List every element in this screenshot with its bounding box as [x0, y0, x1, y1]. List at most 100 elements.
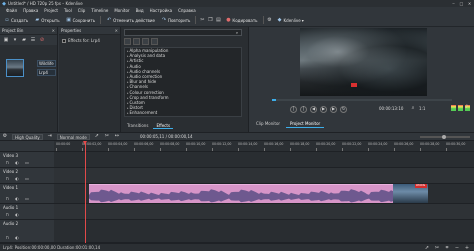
- settings-icon[interactable]: ⚙: [267, 17, 273, 23]
- status-bar: Lrp4: Position:00:00:00,00 Duration:00:0…: [0, 243, 474, 251]
- lock-icon[interactable]: ⊓: [4, 212, 10, 218]
- clip-start-region[interactable]: [54, 184, 89, 203]
- effects-toggle-checkbox[interactable]: [62, 38, 66, 43]
- menu-view[interactable]: Вид: [133, 7, 147, 14]
- menu-edit[interactable]: Правка: [20, 7, 41, 14]
- monitor-timecode[interactable]: 00:00:13:10: [379, 106, 403, 111]
- lock-icon[interactable]: ⊓: [4, 160, 10, 166]
- chevron-down-icon[interactable]: ▾: [12, 37, 18, 43]
- lock-icon[interactable]: ⊓: [4, 235, 10, 241]
- track-video2[interactable]: [54, 168, 474, 184]
- minimize-button[interactable]: ‒: [451, 1, 456, 6]
- track-video3[interactable]: [54, 152, 474, 168]
- close-button[interactable]: ✕: [467, 1, 472, 6]
- effects-search-input[interactable]: ⌕: [124, 29, 242, 36]
- zoom-slider-handle[interactable]: [442, 135, 446, 139]
- select-tool-icon[interactable]: ➚: [94, 134, 100, 140]
- timeline-clip[interactable]: [89, 184, 428, 203]
- timeline-settings-icon[interactable]: ⚙: [2, 134, 8, 140]
- play-icon[interactable]: ▶: [320, 105, 327, 113]
- rewind-icon[interactable]: ◀: [310, 105, 317, 113]
- quality-dropdown[interactable]: High Quality: [12, 133, 43, 140]
- tab-clip-monitor[interactable]: Clip Monitor: [252, 120, 284, 128]
- hide-icon[interactable]: ▭: [24, 176, 30, 182]
- render-button[interactable]: ● Кодировать: [223, 15, 259, 25]
- cut-icon[interactable]: ✂: [199, 17, 205, 23]
- menu-file[interactable]: Файл: [3, 7, 20, 14]
- timeline-zoom-slider[interactable]: [420, 135, 470, 139]
- zoom-icon[interactable]: ⌕: [410, 105, 416, 111]
- mute-icon[interactable]: ◐: [14, 212, 20, 218]
- timeline-playhead[interactable]: [83, 141, 87, 246]
- zoom-level[interactable]: 1:1: [419, 106, 425, 111]
- menu-monitor[interactable]: Monitor: [111, 7, 132, 14]
- monitor-ruler[interactable]: [272, 99, 452, 101]
- layout-mode-button[interactable]: ◆ Kdenlive ▾: [275, 15, 306, 25]
- close-icon[interactable]: ✕: [115, 27, 118, 35]
- mute-icon[interactable]: ◐: [14, 235, 20, 241]
- undo-button[interactable]: ↶ Отменить действие: [104, 15, 157, 25]
- spacer-tool-icon[interactable]: ↔: [114, 134, 120, 140]
- redo-button[interactable]: ↷ Повторить: [159, 15, 192, 25]
- favorites-button[interactable]: [151, 38, 158, 45]
- menu-timeline[interactable]: Timeline: [88, 7, 111, 14]
- tab-effects[interactable]: Effects: [153, 122, 174, 129]
- tab-transitions[interactable]: Transitions: [124, 122, 151, 129]
- ruler-tick-label: 00:00:20,00: [316, 142, 336, 146]
- menu-settings[interactable]: Настройка: [147, 7, 175, 14]
- razor-mode-icon[interactable]: ✂: [434, 245, 440, 251]
- window-titlebar: ◆ Untitled* / HD 720p 25 fps – Kdenlive …: [0, 0, 474, 7]
- save-button[interactable]: ▣ Сохранить: [64, 15, 98, 25]
- project-bin-panel: Project Bin ✕ ▣ ▾ ▰ ☰ ⊘ Wildlife Lrp4: [0, 27, 58, 132]
- forward-icon[interactable]: ▶: [330, 105, 337, 113]
- mute-icon[interactable]: ◐: [14, 176, 20, 182]
- clip-thumbnail[interactable]: [6, 59, 24, 77]
- hide-icon[interactable]: ▭: [24, 196, 30, 202]
- timeline-ruler[interactable]: 00:00:00 00:00:02,00 00:00:04,00 00:00:06,0…: [54, 141, 474, 152]
- clip-marker-label: Wildlife: [415, 184, 427, 188]
- zone-marker[interactable]: [272, 99, 276, 101]
- folder-icon[interactable]: ▰: [21, 37, 27, 43]
- add-clip-icon[interactable]: ▣: [3, 37, 9, 43]
- edit-mode-icon[interactable]: ⇥: [47, 134, 53, 140]
- hide-icon[interactable]: ▭: [24, 160, 30, 166]
- zoom-in-icon[interactable]: +: [464, 245, 470, 251]
- mute-icon[interactable]: ◐: [14, 160, 20, 166]
- copy-icon[interactable]: ❐: [207, 17, 213, 23]
- lock-icon[interactable]: ⊓: [4, 176, 10, 182]
- monitor-screen[interactable]: [300, 28, 427, 96]
- menu-help[interactable]: Справка: [175, 7, 199, 14]
- razor-tool-icon[interactable]: ✂: [104, 134, 110, 140]
- lock-icon[interactable]: ⊓: [4, 196, 10, 202]
- loop-icon[interactable]: ↻: [340, 105, 347, 113]
- ruler-tick: [56, 148, 57, 151]
- track-audio2[interactable]: [54, 220, 474, 243]
- select-mode-icon[interactable]: ➚: [424, 245, 430, 251]
- chevron-down-icon: ▾: [301, 17, 304, 23]
- menu-tool[interactable]: Tool: [61, 7, 75, 14]
- audio-effects-button[interactable]: [133, 38, 140, 45]
- delete-icon[interactable]: ⊘: [39, 37, 45, 43]
- track-name: Audio 2: [3, 221, 19, 226]
- custom-effects-button[interactable]: [142, 38, 149, 45]
- mute-icon[interactable]: ◐: [14, 196, 20, 202]
- set-zone-out-icon[interactable]: ]: [300, 105, 307, 113]
- tab-project-monitor[interactable]: Project Monitor: [286, 120, 325, 128]
- paste-icon[interactable]: ▤: [215, 17, 221, 23]
- effect-category[interactable]: Enhancement: [125, 110, 241, 115]
- open-button[interactable]: ▰ Открыть: [32, 15, 61, 25]
- snap-icon[interactable]: ⌗: [444, 245, 450, 251]
- maximize-button[interactable]: □: [459, 1, 464, 6]
- view-icon[interactable]: ☰: [30, 37, 36, 43]
- new-button[interactable]: ▫ Создать: [2, 15, 30, 25]
- video-effects-button[interactable]: [124, 38, 131, 45]
- zoom-out-icon[interactable]: −: [454, 245, 460, 251]
- track-audio1[interactable]: [54, 204, 474, 220]
- close-icon[interactable]: ✕: [52, 27, 55, 35]
- menu-project[interactable]: Project: [41, 7, 61, 14]
- set-zone-in-icon[interactable]: [: [290, 105, 297, 113]
- volume-icon[interactable]: ♪: [465, 105, 470, 111]
- clip-info[interactable]: Wildlife Lrp4: [37, 60, 56, 78]
- edit-mode-dropdown[interactable]: Normal mode: [56, 133, 90, 140]
- menu-clip[interactable]: Clip: [75, 7, 89, 14]
